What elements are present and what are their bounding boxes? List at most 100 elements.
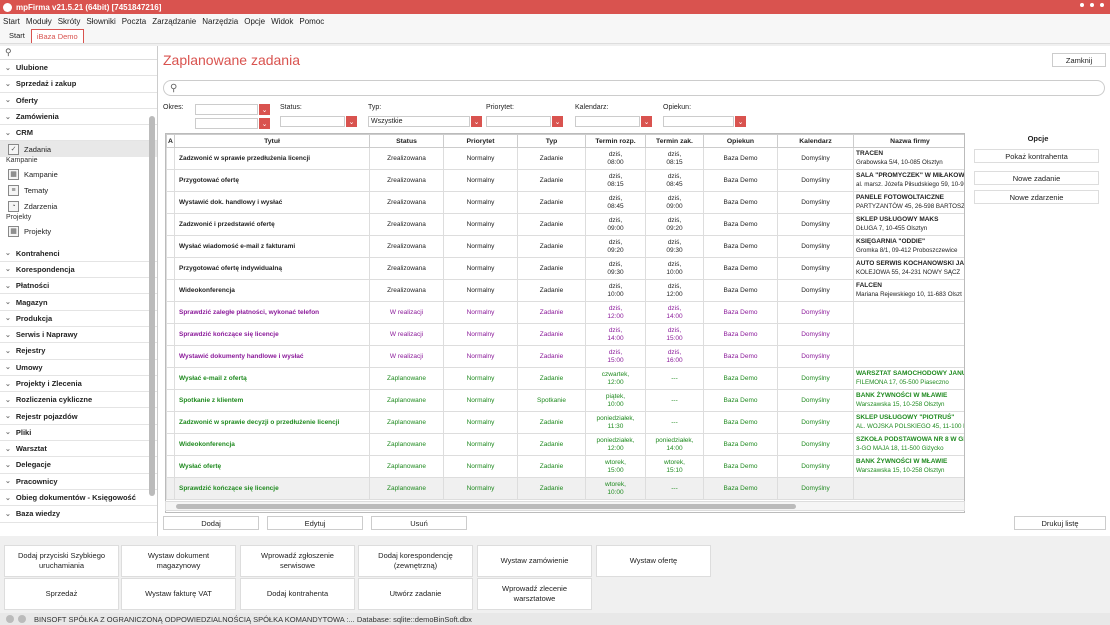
sidebar-item-serwis-i-naprawy[interactable]: ⌄ Serwis i Naprawy — [0, 327, 157, 344]
table-row[interactable]: Sprawdzić kończące się licencje W realiza… — [166, 323, 964, 346]
sidebar-item-pracownicy[interactable]: ⌄ Pracownicy — [0, 474, 157, 490]
sidebar-item-rejestr-pojazdow[interactable]: ⌄ Rejestr pojazdów — [0, 408, 157, 425]
quick-button-wprowadz-zgloszenie-serwisowe[interactable]: Wprowadź zgłoszenie serwisowe — [240, 545, 355, 577]
sidebar-item-baza-wiedzy[interactable]: ⌄ Baza wiedzy — [0, 506, 157, 523]
chevron-down-icon[interactable]: ⌄ — [259, 104, 270, 115]
print-list-button[interactable]: Drukuj listę — [1014, 516, 1106, 530]
table-row[interactable]: Wysłać ofertę Zaplanowane Normalny Zadanie w… — [166, 455, 964, 478]
opiekun-select[interactable] — [663, 116, 734, 127]
column-header-a[interactable]: A — [166, 134, 175, 148]
okres-to-select[interactable] — [195, 118, 258, 129]
sidebar-item-obieg-dokumentow-ksiegowosc[interactable]: ⌄ Obieg dokumentów - Księgowość — [0, 490, 157, 507]
quick-button-sprzedaz[interactable]: Sprzedaż — [4, 578, 119, 610]
column-header-typ[interactable]: Typ — [517, 134, 586, 148]
sidebar-item-crm[interactable]: ⌄ CRM — [0, 125, 157, 142]
table-row[interactable]: Wideokonferencja Zrealizowana Normalny Zada… — [166, 279, 964, 302]
new-event-button[interactable]: Nowe zdarzenie — [974, 190, 1099, 204]
menu-zarzadzanie[interactable]: Zarządzanie — [152, 17, 196, 26]
column-header-status[interactable]: Status — [369, 134, 444, 148]
table-row[interactable]: Zadzwonić i przedstawić ofertę Zrealizowa… — [166, 213, 964, 236]
chevron-down-icon[interactable]: ⌄ — [735, 116, 746, 127]
okres-from-select[interactable] — [195, 104, 258, 115]
sidebar-item-kontrahenci[interactable]: ⌄ Kontrahenci — [0, 245, 157, 262]
show-contractor-button[interactable]: Pokaż kontrahenta — [974, 149, 1099, 163]
sidebar-item-rozliczenia-cykliczne[interactable]: ⌄ Rozliczenia cykliczne — [0, 392, 157, 409]
typ-select[interactable]: Wszystkie — [368, 116, 470, 127]
chevron-down-icon[interactable]: ⌄ — [552, 116, 563, 127]
window-controls[interactable] — [1080, 3, 1104, 7]
sidebar-item-zdarzenia[interactable]: ◔ Zdarzenia — [0, 198, 157, 214]
sidebar-item-platnosci[interactable]: ⌄ Płatności — [0, 278, 157, 295]
table-row[interactable]: Zadzwonić w sprawie przedłużenia licencj… — [166, 147, 964, 170]
sidebar-search[interactable]: ⚲ — [0, 46, 157, 60]
column-header-kalendarz[interactable]: Kalendarz — [777, 134, 854, 148]
quick-button-wystaw-zamowienie[interactable]: Wystaw zamówienie — [477, 545, 592, 577]
sidebar-item-kampanie[interactable]: ▦ Kampanie — [0, 166, 157, 182]
column-header-priorytet[interactable]: Priorytet — [443, 134, 518, 148]
menu-opcje[interactable]: Opcje — [244, 17, 265, 26]
table-row[interactable]: Wysłać wiadomość e-mail z fakturami Zreal… — [166, 235, 964, 258]
sidebar-item-rejestry[interactable]: ⌄ Rejestry — [0, 343, 157, 360]
kalendarz-select[interactable] — [575, 116, 640, 127]
minimize-dot-icon[interactable] — [1080, 3, 1084, 7]
edit-button[interactable]: Edytuj — [267, 516, 363, 530]
table-row[interactable]: Wysłać e-mail z ofertą Zaplanowane Normaln… — [166, 367, 964, 390]
tab-baza-demo[interactable]: iBaza Demo — [30, 29, 84, 43]
quick-button-wprowadz-zlecenie-warsztatowe[interactable]: Wprowadź zlecenie warsztatowe — [477, 578, 592, 610]
chevron-down-icon[interactable]: ⌄ — [346, 116, 357, 127]
table-row[interactable]: Sprawdzić zaległe płatności, wykonać tel… — [166, 301, 964, 324]
quick-button-dodaj-korespondencje-zewnetrzna[interactable]: Dodaj korespondencję (zewnętrzną) — [358, 545, 473, 577]
sidebar-item-zadania[interactable]: ✓ Zadania — [0, 141, 157, 158]
column-header-termin-zak[interactable]: Termin zak. — [645, 134, 704, 148]
table-row[interactable]: Zadzwonić w sprawie decyzji o przedłużen… — [166, 411, 964, 434]
sidebar-item-pliki[interactable]: ⌄ Pliki — [0, 425, 157, 442]
menu-moduly[interactable]: Moduły — [26, 17, 52, 26]
sidebar-item-tematy[interactable]: ≡ Tematy — [0, 182, 157, 198]
sidebar-item-warsztat[interactable]: ⌄ Warsztat — [0, 441, 157, 458]
sidebar-scrollbar[interactable] — [149, 116, 155, 496]
close-dot-icon[interactable] — [1100, 3, 1104, 7]
sidebar-item-projekty[interactable]: ▦ Projekty — [0, 223, 157, 239]
table-row[interactable]: Wideokonferencja Zaplanowane Normalny Zadan… — [166, 433, 964, 456]
sidebar-item-umowy[interactable]: ⌄ Umowy — [0, 360, 157, 376]
table-row[interactable]: Spotkanie z klientem Zaplanowane Normalny S… — [166, 389, 964, 412]
quick-button-dodaj-kontrahenta[interactable]: Dodaj kontrahenta — [240, 578, 355, 610]
search-input[interactable]: ⚲ — [163, 80, 1105, 96]
quick-button-wystaw-dokument-magazynowy[interactable]: Wystaw dokument magazynowy — [121, 545, 236, 577]
sidebar-item-magazyn[interactable]: ⌄ Magazyn — [0, 294, 157, 311]
menu-start[interactable]: Start — [3, 17, 20, 26]
scrollbar-thumb[interactable] — [176, 504, 796, 509]
sidebar-item-oferty[interactable]: ⌄ Oferty — [0, 93, 157, 109]
column-header-termin-rozp[interactable]: Termin rozp. — [585, 134, 646, 148]
table-row[interactable]: Wystawić dok. handlowy i wysłać Zrealizow… — [166, 191, 964, 214]
close-button[interactable]: Zamknij — [1052, 53, 1106, 67]
add-button[interactable]: Dodaj — [163, 516, 259, 530]
sidebar-item-sprzedaz-i-zakup[interactable]: ⌄ Sprzedaż i zakup — [0, 76, 157, 93]
sidebar-item-projekty-i-zlecenia[interactable]: ⌄ Projekty i Zlecenia — [0, 376, 157, 393]
sidebar-item-ulubione[interactable]: ⌄ Ulubione — [0, 60, 157, 77]
delete-button[interactable]: Usuń — [371, 516, 467, 530]
column-header-opiekun[interactable]: Opiekun — [703, 134, 778, 148]
horizontal-scrollbar[interactable] — [165, 501, 965, 511]
table-row[interactable]: Wystawić dokumenty handlowe i wysłać W re… — [166, 345, 964, 368]
chevron-down-icon[interactable]: ⌄ — [471, 116, 482, 127]
quick-button-wystaw-fakture-vat[interactable]: Wystaw fakturę VAT — [121, 578, 236, 610]
quick-button-wystaw-oferte[interactable]: Wystaw ofertę — [596, 545, 711, 577]
menu-widok[interactable]: Widok — [271, 17, 293, 26]
quick-button-dodaj-przyciski-szybkiego-uruchamiania[interactable]: Dodaj przyciski Szybkiego uruchamiania — [4, 545, 119, 577]
column-header-nazwa-firmy[interactable]: Nazwa firmy — [853, 134, 964, 148]
chevron-down-icon[interactable]: ⌄ — [641, 116, 652, 127]
sidebar-item-zamowienia[interactable]: ⌄ Zamówienia — [0, 109, 157, 126]
status-select[interactable] — [280, 116, 345, 127]
menu-narzedzia[interactable]: Narzędzia — [202, 17, 238, 26]
quick-button-utworz-zadanie[interactable]: Utwórz zadanie — [358, 578, 473, 610]
table-row[interactable]: Przygotować ofertę indywidualną Zrealizow… — [166, 257, 964, 280]
sidebar-item-delegacje[interactable]: ⌄ Delegacje — [0, 457, 157, 474]
menu-skroty[interactable]: Skróty — [58, 17, 81, 26]
sidebar-item-produkcja[interactable]: ⌄ Produkcja — [0, 311, 157, 327]
sidebar-item-korespondencja[interactable]: ⌄ Korespondencja — [0, 262, 157, 279]
column-header-tytul[interactable]: Tytuł — [174, 134, 370, 148]
chevron-down-icon[interactable]: ⌄ — [259, 118, 270, 129]
priorytet-select[interactable] — [486, 116, 551, 127]
maximize-dot-icon[interactable] — [1090, 3, 1094, 7]
